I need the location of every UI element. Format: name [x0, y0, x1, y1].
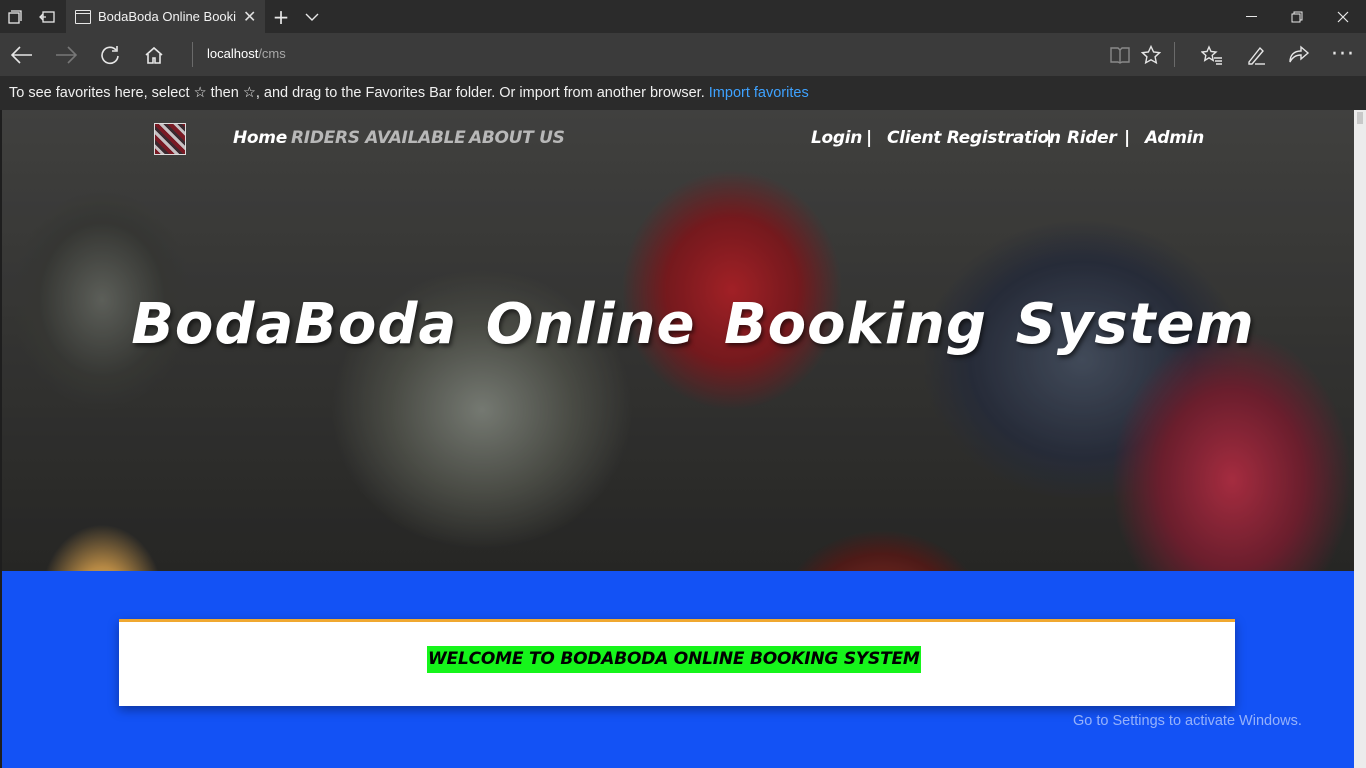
nav-separator: | [866, 128, 872, 148]
favorites-bar: To see favorites here, select ☆ then ☆, … [0, 76, 1366, 110]
forward-arrow-icon[interactable] [46, 33, 86, 76]
welcome-card: WELCOME TO BODABODA ONLINE BOOKING SYSTE… [119, 619, 1235, 706]
nav-rider[interactable]: Rider [1067, 128, 1117, 148]
more-options-icon[interactable]: ··· [1323, 33, 1363, 76]
refresh-icon[interactable] [90, 33, 130, 76]
nav-separator: | [1046, 128, 1052, 148]
nav-riders-available[interactable]: RIDERS AVAILABLE [291, 128, 466, 148]
page-scrollbar[interactable] [1354, 110, 1366, 768]
toolbar-divider [192, 42, 193, 67]
back-arrow-icon[interactable] [2, 33, 42, 76]
restore-icon[interactable] [1274, 0, 1320, 33]
minimize-icon[interactable] [1228, 0, 1274, 33]
set-tabs-aside-icon[interactable] [32, 0, 62, 33]
watermark-title: Activate Windows [1073, 688, 1223, 709]
scrollbar-thumb[interactable] [1357, 112, 1363, 124]
browser-toolbar: localhost/cms ··· [0, 33, 1366, 76]
page-viewport: Home RIDERS AVAILABLE ABOUT US Login | C… [2, 110, 1354, 768]
notes-pen-icon[interactable] [1236, 33, 1276, 76]
activate-windows-watermark: Activate Windows Go to Settings to activ… [1073, 688, 1302, 729]
home-icon[interactable] [134, 33, 174, 76]
new-tab-icon[interactable]: + [266, 0, 296, 33]
address-path: /cms [258, 46, 286, 61]
favorites-hub-icon[interactable] [1192, 33, 1232, 76]
nav-about-us[interactable]: ABOUT US [469, 128, 565, 148]
welcome-message: WELCOME TO BODABODA ONLINE BOOKING SYSTE… [427, 646, 921, 673]
browser-tab-strip: BodaBoda Online Booki ✕ + [0, 0, 1366, 33]
hero-title: BodaBoda Online Booking System [131, 292, 1255, 357]
tab-title: BodaBoda Online Booki [98, 9, 237, 24]
favorites-bar-hint: To see favorites here, select ☆ then ☆, … [9, 85, 705, 101]
address-bar[interactable]: localhost/cms [207, 46, 286, 61]
watermark-subtitle: Go to Settings to activate Windows. [1073, 713, 1302, 729]
nav-separator: | [1124, 128, 1130, 148]
share-icon[interactable] [1279, 33, 1319, 76]
site-logo[interactable] [154, 123, 186, 155]
active-tab[interactable]: BodaBoda Online Booki ✕ [66, 0, 265, 33]
hero-banner-image: Home RIDERS AVAILABLE ABOUT US Login | C… [2, 110, 1354, 571]
tab-preview-chevron-icon[interactable] [297, 0, 327, 33]
nav-client-registration[interactable]: Client Registration [887, 128, 1061, 148]
close-tab-icon[interactable]: ✕ [243, 7, 256, 26]
page-favicon-icon [75, 9, 91, 24]
nav-admin[interactable]: Admin [1145, 128, 1204, 148]
nav-login[interactable]: Login [811, 128, 862, 148]
add-favorite-star-icon[interactable] [1131, 33, 1171, 76]
toolbar-divider-2 [1174, 42, 1175, 67]
nav-home[interactable]: Home [233, 128, 287, 148]
close-window-icon[interactable] [1320, 0, 1366, 33]
address-host: localhost [207, 46, 259, 61]
import-favorites-link[interactable]: Import favorites [709, 85, 809, 101]
tab-actions-icon[interactable] [0, 0, 30, 33]
